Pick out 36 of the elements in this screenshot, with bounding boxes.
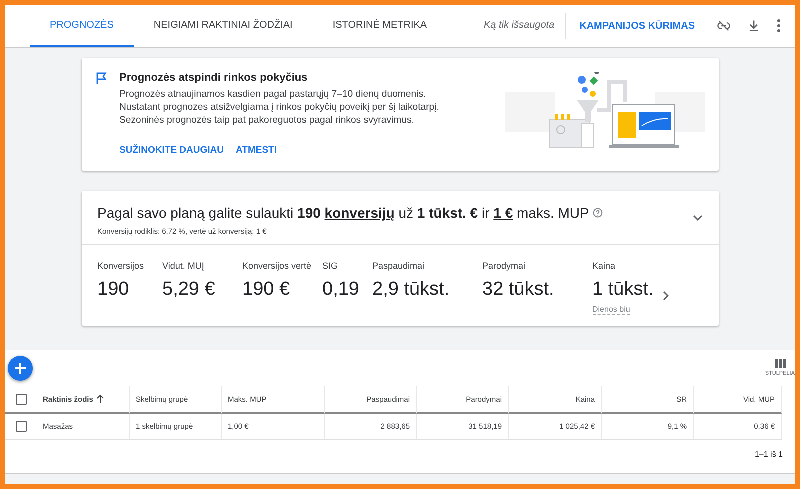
metric-label: SIG (322, 261, 340, 271)
metric-value: 1 tūkst. (592, 279, 654, 301)
flag-icon (96, 72, 108, 85)
tab[interactable]: PROGNOZĖS (30, 5, 134, 47)
metric-value: 0,19 (322, 279, 360, 301)
metric-value: 190 (98, 279, 130, 301)
notice-link[interactable]: SUŽINOKITE DAUGIAU (120, 145, 224, 156)
plan-headline: Pagal savo planą galite sulaukti 190 konversijų už 1 tūkst. € ir 1 € maks. MUP (98, 205, 590, 221)
campaign-link[interactable]: KAMPANIJOS KŪRIMAS (566, 5, 709, 47)
metric-label: Parodymai (482, 261, 527, 271)
notice-link[interactable]: ATMESTI (236, 145, 277, 156)
checkbox[interactable] (16, 421, 26, 432)
metric-value: 5,29 € (162, 279, 216, 301)
metric-value: 190 € (242, 279, 290, 301)
notice-title: Prognozės atspindi rinkos pokyčius (120, 72, 309, 84)
sort-arrow-icon[interactable] (97, 395, 104, 403)
metric-value: 32 tūkst. (482, 279, 554, 301)
save-status: Ką tik išsaugota (474, 13, 566, 39)
chevron-down-icon[interactable] (692, 215, 702, 221)
chevron-right-icon[interactable] (662, 291, 668, 301)
notice-text: Prognozės atnaujinamos kasdien pagal pastarųjų 7–10 dienų duomenis. Nustatant prognozes atsižvelgiama į rinkos pokyčių poveikį per šį laikotarpį. Sezoninės prognozės taip pat pakoreguotos pagal rinkos svyravimus. (120, 88, 440, 127)
metric-label: Konversijos vertė (242, 261, 313, 271)
pagination-text: 1–1 iš 1 (754, 450, 783, 459)
metric-label: Vidut. MUĮ (162, 261, 206, 271)
metric-note: Dienos biu (592, 305, 630, 315)
metric-label: Kaina (592, 261, 617, 271)
add-button[interactable] (8, 356, 33, 380)
columns-icon (774, 359, 786, 368)
metric-label: Konversijos (98, 261, 146, 271)
metric-label: Paspaudimai (372, 261, 426, 271)
plus-icon (15, 362, 26, 374)
metric-value: 2,9 tūkst. (372, 279, 450, 301)
checkbox[interactable] (16, 394, 26, 404)
tab[interactable]: NEIGIAMI RAKTINIAI ŽODŽIAI (134, 5, 313, 47)
help-icon[interactable] (593, 208, 604, 218)
tab[interactable]: ISTORINĖ METRIKA (312, 5, 448, 47)
